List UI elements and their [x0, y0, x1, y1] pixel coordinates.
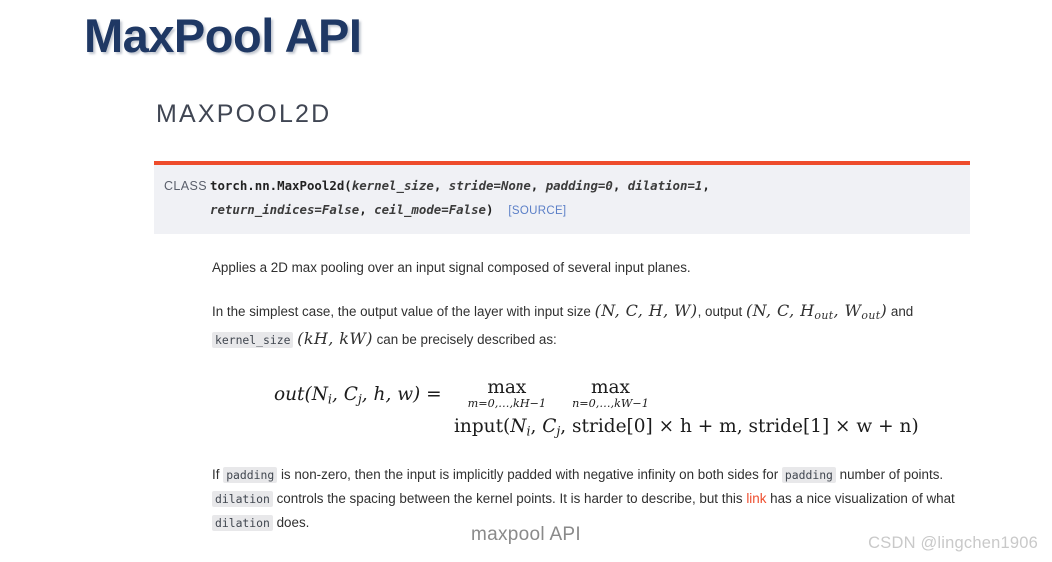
padding-text-c: number of points. — [839, 466, 944, 482]
documentation-card: MAXPOOL2D CLASS torch.nn.MaxPool2d(kernel… — [154, 100, 970, 555]
paragraph-simplest-case: In the simplest case, the output value o… — [212, 299, 962, 352]
simplest-case-text-a: In the simplest case, the output value o… — [212, 304, 591, 319]
math-kernel-size: (kH, kW) — [297, 329, 373, 349]
signature-arg-ceil-mode: ceil_mode=False — [374, 202, 487, 217]
display-equation: out(Ni, Cj, h, w) = max m=0,…,kH−1 max n… — [212, 378, 962, 439]
signature-arg-return-indices: return_indices=False — [210, 202, 360, 217]
equation-input-fn: input( — [454, 416, 511, 438]
inline-code-dilation-1: dilation — [212, 490, 273, 507]
source-link[interactable]: [SOURCE] — [508, 205, 566, 217]
signature-open-paren: ( — [344, 178, 352, 193]
signature-arg-kernel-size: kernel_size — [351, 178, 434, 193]
equation-max-operator-2: max n=0,…,kW−1 — [572, 378, 649, 410]
simplest-case-text-b: , output — [697, 304, 743, 319]
inline-code-kernel-size: kernel_size — [212, 332, 294, 349]
simplest-case-text-d: can be precisely described as: — [376, 332, 557, 348]
documentation-body: Applies a 2D max pooling over an input s… — [154, 234, 970, 535]
equation-input-rest: , stride[0] × h + m, stride[1] × w + n) — [560, 416, 919, 438]
padding-text-b: is non-zero, then the input is implicitl… — [280, 466, 779, 482]
math-input-size: (N, C, H, W) — [594, 301, 698, 320]
equation-lhs: out(Ni, Cj, h, w) = — [274, 378, 442, 407]
math-output-size: (N, C, Hout, Wout) — [745, 301, 888, 323]
slide-title: MaxPool API — [84, 9, 362, 62]
equation-row-1: out(Ni, Cj, h, w) = max m=0,…,kH−1 max n… — [274, 378, 962, 410]
watermark: CSDN @lingchen1906 — [868, 534, 1038, 552]
signature-class-label: CLASS — [164, 179, 207, 193]
equation-lhs-end: , h, w) = — [361, 384, 442, 406]
dilation-text-d: controls the spacing between the kernel … — [276, 490, 743, 506]
inline-code-padding-1: padding — [223, 466, 278, 483]
class-signature-block: CLASS torch.nn.MaxPool2d(kernel_size, str… — [154, 165, 970, 234]
equation-lhs-mid: , C — [331, 384, 358, 406]
signature-qualified-name: torch.nn.MaxPool2d — [210, 178, 345, 193]
paragraph-description: Applies a 2D max pooling over an input s… — [212, 256, 962, 279]
signature-arg-stride: stride=None — [448, 178, 531, 193]
signature-close-paren: ) — [486, 202, 494, 217]
max-op-2-limit: n=0,…,kW−1 — [572, 397, 649, 411]
dilation-text-e: has a nice visualization of what — [770, 490, 955, 506]
signature-arg-padding: padding=0 — [545, 178, 613, 193]
padding-text-a: If — [212, 466, 220, 482]
inline-code-padding-2: padding — [781, 466, 836, 483]
max-op-1-limit: m=0,…,kH−1 — [467, 397, 547, 411]
signature-line-1: CLASS torch.nn.MaxPool2d(kernel_size, str… — [154, 174, 970, 198]
section-heading: MAXPOOL2D — [156, 100, 332, 128]
equation-max-operator-1: max m=0,…,kH−1 — [468, 378, 546, 410]
dilation-link[interactable]: link — [746, 491, 766, 506]
signature-arg-dilation: dilation=1 — [627, 178, 703, 193]
simplest-case-text-c: and — [890, 304, 914, 319]
paragraph-description-text: Applies a 2D max pooling over an input s… — [212, 260, 691, 275]
equation-row-2: input(Ni, Cj, stride[0] × h + m, stride[… — [454, 416, 919, 439]
max-op-1-symbol: max — [487, 377, 527, 399]
signature-line-2: return_indices=False, ceil_mode=False) [… — [210, 202, 567, 217]
equation-lhs-out: out(N — [274, 384, 328, 406]
max-op-2-symbol: max — [590, 377, 630, 399]
